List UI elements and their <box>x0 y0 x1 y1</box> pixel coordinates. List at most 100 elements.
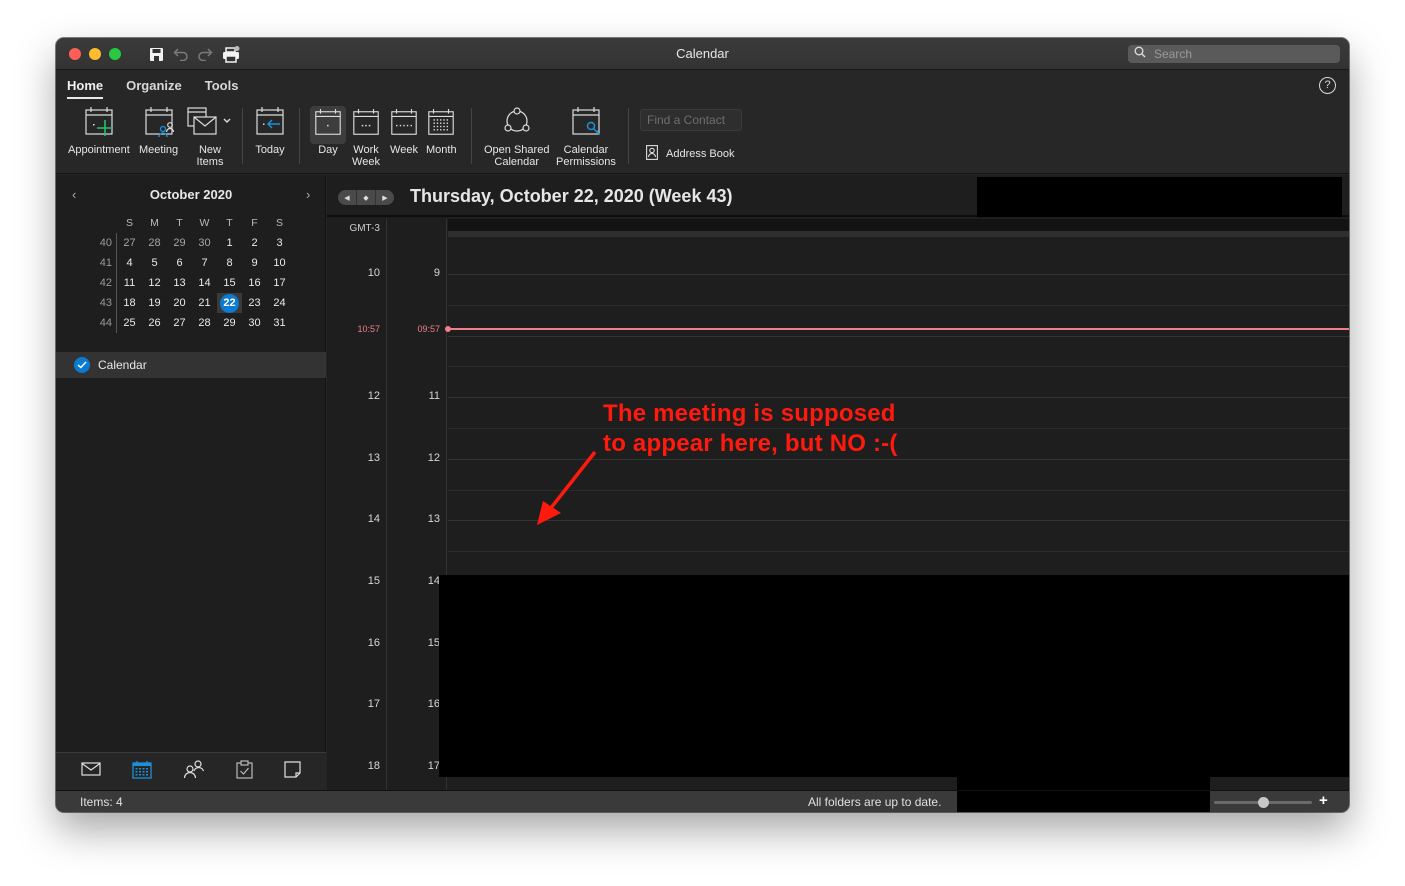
tab-tools[interactable]: Tools <box>205 78 239 99</box>
search-box[interactable] <box>1128 45 1340 63</box>
mini-calendar-day[interactable]: 31 <box>267 317 292 329</box>
mini-calendar-day[interactable]: 2 <box>242 237 267 249</box>
mail-icon[interactable] <box>81 762 101 781</box>
print-icon[interactable] <box>222 45 240 63</box>
annotation-arrow <box>537 450 597 525</box>
mini-calendar-day[interactable]: 27 <box>117 237 142 249</box>
mini-calendar-day[interactable]: 21 <box>192 297 217 309</box>
mini-calendar-day[interactable]: 9 <box>242 257 267 269</box>
people-icon[interactable] <box>183 760 205 783</box>
mini-calendar-day[interactable]: 25 <box>117 317 142 329</box>
next-month-button[interactable]: › <box>306 187 310 202</box>
undo-icon[interactable] <box>172 45 190 63</box>
mini-calendar-day[interactable]: 17 <box>267 277 292 289</box>
weekday-header: S <box>125 217 133 229</box>
calendar-permissions-button[interactable]: Calendar Permissions <box>556 106 616 168</box>
new-items-button[interactable]: New Items <box>187 106 233 168</box>
day-view-icon <box>310 106 346 144</box>
mini-calendar-day[interactable]: 13 <box>167 277 192 289</box>
calendar-list-item[interactable]: Calendar <box>56 352 326 378</box>
redo-icon[interactable] <box>196 45 214 63</box>
ribbon-separator <box>628 108 629 164</box>
mini-calendar-day[interactable]: 5 <box>142 257 167 269</box>
mini-calendar-day[interactable]: 20 <box>167 297 192 309</box>
mini-calendar-day[interactable]: 18 <box>117 297 142 309</box>
mini-calendar-day[interactable]: 4 <box>117 257 142 269</box>
mini-calendar-day[interactable]: 29 <box>217 317 242 329</box>
all-day-row[interactable] <box>448 219 1349 237</box>
tasks-icon[interactable] <box>236 759 253 784</box>
search-input[interactable] <box>1154 47 1334 61</box>
zoom-slider-handle[interactable] <box>1258 797 1269 808</box>
zoom-in-button[interactable]: + <box>1319 792 1328 809</box>
tab-organize[interactable]: Organize <box>126 78 182 99</box>
mini-calendar-day[interactable]: 30 <box>192 237 217 249</box>
open-shared-calendar-button[interactable]: Open Shared Calendar <box>484 106 549 168</box>
mini-calendar-day[interactable]: 28 <box>142 237 167 249</box>
checkbox-checked-icon[interactable] <box>74 357 90 373</box>
hour-label-primary: 16 <box>367 636 380 649</box>
mini-calendar-day[interactable]: 14 <box>192 277 217 289</box>
mini-calendar-day[interactable]: 3 <box>267 237 292 249</box>
close-window-button[interactable] <box>69 48 81 60</box>
redacted-region <box>439 575 1349 777</box>
status-bar: Items: 4 All folders are up to date. + <box>56 790 1349 812</box>
sync-status: All folders are up to date. <box>808 795 942 809</box>
sidebar: ‹ October 2020 › S M T W T F S 40 27 28 29 3… <box>56 175 326 790</box>
help-button[interactable]: ? <box>1319 77 1336 94</box>
mini-calendar-day[interactable]: 8 <box>217 257 242 269</box>
day-number: 24 <box>273 297 286 309</box>
mini-calendar-day[interactable]: 12 <box>142 277 167 289</box>
search-icon <box>1134 45 1146 63</box>
items-count: Items: 4 <box>80 795 123 809</box>
mini-calendar-day[interactable]: 28 <box>192 317 217 329</box>
day-number: 27 <box>173 317 186 329</box>
calendar-name: Calendar <box>98 358 147 372</box>
mini-calendar-day[interactable]: 7 <box>192 257 217 269</box>
mini-calendar-day[interactable]: 29 <box>167 237 192 249</box>
mini-calendar-day[interactable]: 26 <box>142 317 167 329</box>
previous-day-button[interactable]: ◀ <box>338 190 357 205</box>
mini-calendar-day[interactable]: 19 <box>142 297 167 309</box>
mini-calendar-day[interactable]: 16 <box>242 277 267 289</box>
new-meeting-button[interactable]: Meeting <box>139 106 178 156</box>
month-view-button[interactable]: Month <box>426 106 457 156</box>
mini-calendar-day[interactable]: 11 <box>117 277 142 289</box>
mini-calendar-day[interactable]: 10 <box>267 257 292 269</box>
hour-label-secondary: 12 <box>427 451 440 464</box>
save-icon[interactable] <box>147 45 165 63</box>
mini-calendar-day[interactable]: 6 <box>167 257 192 269</box>
mini-calendar-day[interactable]: 1 <box>217 237 242 249</box>
mini-calendar-day[interactable]: 24 <box>267 297 292 309</box>
find-contact-input[interactable] <box>641 110 741 130</box>
title-bar: Calendar <box>56 38 1349 70</box>
find-contact-box[interactable] <box>640 109 742 131</box>
day-number: 28 <box>148 237 161 249</box>
address-book-button[interactable]: Address Book <box>646 145 734 163</box>
new-appointment-button[interactable]: Appointment <box>68 106 130 156</box>
redacted-region <box>977 177 1342 217</box>
timezone-label: GMT-3 <box>349 223 380 234</box>
mini-calendar-day[interactable]: 30 <box>242 317 267 329</box>
maximize-window-button[interactable] <box>109 48 121 60</box>
mini-calendar-day-selected[interactable]: 22 <box>217 293 242 313</box>
minimize-window-button[interactable] <box>89 48 101 60</box>
zoom-slider[interactable] <box>1214 797 1312 808</box>
day-number: 14 <box>198 277 211 289</box>
notes-icon[interactable] <box>283 760 301 783</box>
next-day-button[interactable]: ▶ <box>376 190 394 205</box>
go-to-today-button[interactable]: ◆ <box>357 190 376 205</box>
day-view-button[interactable]: Day <box>310 106 346 156</box>
tab-home[interactable]: Home <box>67 78 104 99</box>
hour-label-secondary: 13 <box>427 513 440 526</box>
date-navigator: ◀ ◆ ▶ <box>338 190 394 205</box>
mini-calendar-day[interactable]: 23 <box>242 297 267 309</box>
week-number: 42 <box>99 277 112 289</box>
mini-calendar-day[interactable]: 27 <box>167 317 192 329</box>
mini-calendar-day[interactable]: 15 <box>217 277 242 289</box>
week-icon <box>389 106 419 144</box>
week-view-button[interactable]: Week <box>389 106 419 156</box>
work-week-view-button[interactable]: Work Week <box>351 106 381 168</box>
calendar-icon[interactable] <box>132 760 152 784</box>
today-button[interactable]: Today <box>254 106 286 156</box>
